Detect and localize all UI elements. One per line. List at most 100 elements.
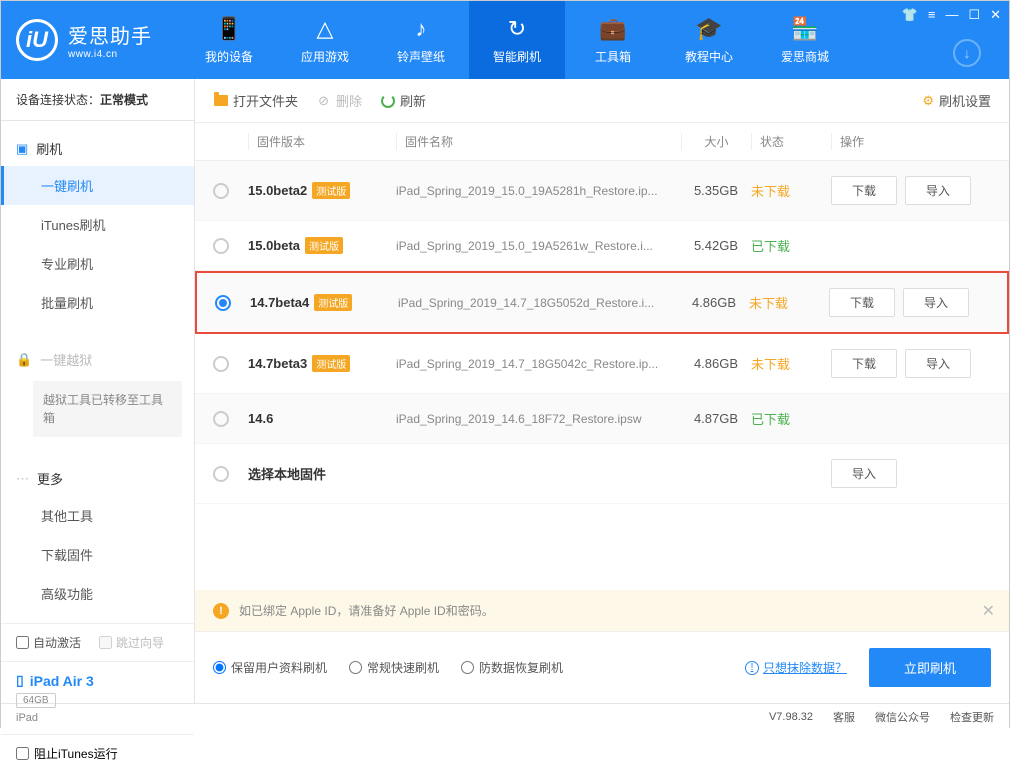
nav-tab-4[interactable]: 💼 工具箱 — [565, 1, 661, 79]
row-filename: iPad_Spring_2019_15.0_19A5261w_Restore.i… — [396, 239, 681, 253]
nav-label: 爱思商城 — [781, 48, 829, 65]
info-icon: ! — [745, 661, 759, 675]
block-itunes-checkbox[interactable]: 阻止iTunes运行 — [1, 734, 194, 772]
flash-settings-button[interactable]: ⚙ 刷机设置 — [922, 91, 991, 110]
table-row[interactable]: 14.7beta4测试版 iPad_Spring_2019_14.7_18G50… — [195, 271, 1009, 334]
row-size: 4.86GB — [679, 295, 749, 310]
row-status: 已下载 — [751, 409, 831, 428]
quick-radio[interactable]: 常规快速刷机 — [349, 659, 439, 676]
device-name: ▯iPad Air 3 — [16, 672, 179, 689]
import-button[interactable]: 导入 — [905, 349, 971, 378]
sidebar: 设备连接状态：正常模式 ▣ 刷机 一键刷机 iTunes刷机 专业刷机 批量刷机… — [1, 79, 195, 703]
sidebar-item-advanced[interactable]: 高级功能 — [1, 574, 194, 613]
tablet-icon: ▯ — [16, 672, 24, 689]
erase-link[interactable]: !只想抹除数据？ — [745, 659, 847, 676]
row-radio[interactable] — [213, 356, 229, 372]
table-body: 15.0beta2测试版 iPad_Spring_2019_15.0_19A52… — [195, 161, 1009, 590]
row-radio[interactable] — [213, 183, 229, 199]
download-button[interactable]: 下载 — [829, 288, 895, 317]
nav-tab-3[interactable]: ↻智能刷机 — [469, 1, 565, 79]
nav-label: 智能刷机 — [493, 48, 541, 65]
row-version: 15.0beta测试版 — [248, 237, 396, 254]
check-update-link[interactable]: 检查更新 — [950, 709, 994, 725]
nav-tab-1[interactable]: △应用游戏 — [277, 1, 373, 79]
nav-label: 我的设备 — [205, 48, 253, 65]
nav-icon: 📱 — [215, 16, 242, 42]
row-radio[interactable] — [213, 238, 229, 254]
row-size: 4.87GB — [681, 411, 751, 426]
folder-icon — [213, 93, 228, 108]
nav-icon: 💼 — [599, 16, 626, 42]
flash-icon: ▣ — [16, 141, 28, 157]
import-button[interactable]: 导入 — [905, 176, 971, 205]
sidebar-section-more[interactable]: ⋯ 更多 — [1, 461, 194, 496]
nav-icon: 🎓 — [695, 16, 722, 42]
sidebar-item-download-fw[interactable]: 下载固件 — [1, 535, 194, 574]
shirt-icon[interactable]: 👕 — [902, 7, 918, 23]
action-bar: 保留用户资料刷机 常规快速刷机 防数据恢复刷机 !只想抹除数据？ 立即刷机 — [195, 631, 1009, 703]
wechat-link[interactable]: 微信公众号 — [875, 709, 930, 725]
device-info: ▯iPad Air 3 64GB iPad — [1, 661, 194, 734]
warning-bar: ! 如已绑定 Apple ID，请准备好 Apple ID和密码。 ✕ — [195, 590, 1009, 631]
sidebar-section-flash[interactable]: ▣ 刷机 — [1, 131, 194, 166]
nav-tab-5[interactable]: 🎓 教程中心 — [661, 1, 757, 79]
col-name: 固件名称 — [396, 133, 681, 150]
logo-text: 爱思助手 www.i4.cn — [68, 20, 152, 60]
flash-now-button[interactable]: 立即刷机 — [869, 648, 991, 687]
skip-guide-checkbox: 跳过向导 — [99, 634, 164, 651]
window-controls: 👕 ≡ — ☐ ✕ — [902, 7, 1001, 23]
row-radio[interactable] — [213, 411, 229, 427]
minimize-icon[interactable]: — — [945, 7, 958, 23]
nav-tab-2[interactable]: ♪铃声壁纸 — [373, 1, 469, 79]
row-version: 选择本地固件 — [248, 464, 396, 483]
maximize-icon[interactable]: ☐ — [968, 7, 980, 23]
menu-icon[interactable]: ≡ — [928, 7, 936, 23]
row-version: 15.0beta2测试版 — [248, 182, 396, 199]
table-row[interactable]: 15.0beta2测试版 iPad_Spring_2019_15.0_19A52… — [195, 161, 1009, 221]
beta-tag: 测试版 — [305, 237, 343, 254]
keep-data-radio[interactable]: 保留用户资料刷机 — [213, 659, 327, 676]
sidebar-item-itunes[interactable]: iTunes刷机 — [1, 205, 194, 244]
kefu-link[interactable]: 客服 — [833, 709, 855, 725]
sidebar-item-othertools[interactable]: 其他工具 — [1, 496, 194, 535]
row-actions: 下载导入 — [831, 176, 991, 205]
download-icon[interactable]: ↓ — [953, 39, 981, 67]
sidebar-item-pro[interactable]: 专业刷机 — [1, 244, 194, 283]
nav-label: 工具箱 — [595, 48, 631, 65]
row-size: 5.35GB — [681, 183, 751, 198]
row-radio[interactable] — [213, 466, 229, 482]
anti-recovery-radio[interactable]: 防数据恢复刷机 — [461, 659, 563, 676]
nav-tab-0[interactable]: 📱 我的设备 — [181, 1, 277, 79]
more-icon: ⋯ — [16, 471, 29, 487]
refresh-button[interactable]: 刷新 — [380, 91, 426, 110]
col-version: 固件版本 — [248, 133, 396, 150]
sidebar-item-oneclick[interactable]: 一键刷机 — [1, 166, 194, 205]
auto-activate-checkbox[interactable]: 自动激活 — [16, 634, 81, 651]
sidebar-item-batch[interactable]: 批量刷机 — [1, 283, 194, 322]
open-folder-button[interactable]: 打开文件夹 — [213, 91, 298, 110]
import-button[interactable]: 导入 — [903, 288, 969, 317]
row-version: 14.6 — [248, 411, 396, 426]
table-row[interactable]: 14.7beta3测试版 iPad_Spring_2019_14.7_18G50… — [195, 334, 1009, 394]
row-version: 14.7beta4测试版 — [250, 294, 398, 311]
warning-close-icon[interactable]: ✕ — [982, 601, 995, 621]
table-row[interactable]: 选择本地固件 导入 — [195, 444, 1009, 504]
row-actions: 导入 — [831, 459, 991, 488]
nav-icon: ♪ — [416, 16, 427, 42]
row-radio[interactable] — [215, 295, 231, 311]
table-row[interactable]: 14.6 iPad_Spring_2019_14.6_18F72_Restore… — [195, 394, 1009, 444]
close-icon[interactable]: ✕ — [990, 7, 1001, 23]
nav-tab-6[interactable]: 🏪爱思商城 — [757, 1, 853, 79]
download-button[interactable]: 下载 — [831, 349, 897, 378]
beta-tag: 测试版 — [312, 182, 350, 199]
row-filename: iPad_Spring_2019_14.7_18G5052d_Restore.i… — [398, 296, 679, 310]
nav-label: 教程中心 — [685, 48, 733, 65]
row-status: 未下载 — [751, 354, 831, 373]
gear-icon: ⚙ — [922, 93, 934, 109]
download-button[interactable]: 下载 — [831, 176, 897, 205]
table-row[interactable]: 15.0beta测试版 iPad_Spring_2019_15.0_19A526… — [195, 221, 1009, 271]
nav-tabs: 📱 我的设备 △应用游戏♪铃声壁纸↻智能刷机 💼 工具箱 🎓 教程中心 🏪爱思商城 — [181, 1, 994, 79]
import-button[interactable]: 导入 — [831, 459, 897, 488]
col-status: 状态 — [751, 133, 831, 150]
beta-tag: 测试版 — [314, 294, 352, 311]
